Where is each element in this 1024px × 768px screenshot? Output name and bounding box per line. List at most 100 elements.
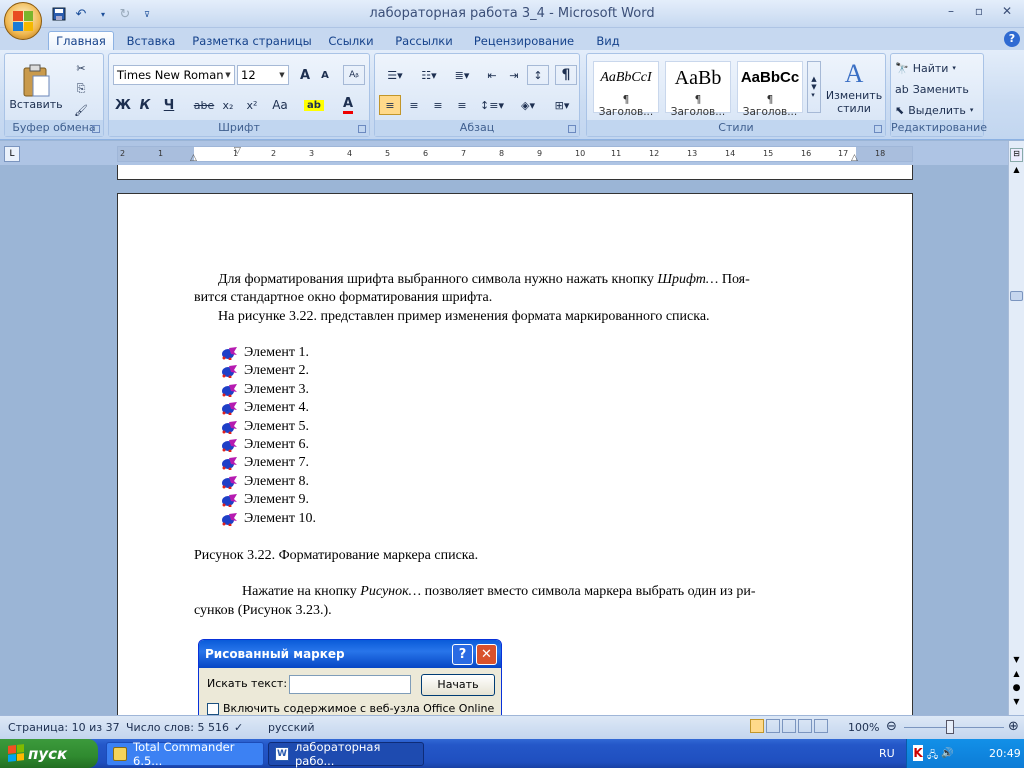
scroll-down-icon[interactable]: ▼	[1010, 655, 1023, 667]
language-indicator[interactable]: RU	[879, 747, 895, 760]
previous-page-bottom	[117, 165, 913, 180]
spellcheck-icon[interactable]: ✓	[234, 721, 243, 734]
align-right-icon[interactable]: ≡	[427, 95, 449, 115]
first-line-indent-marker[interactable]: ▽	[234, 146, 241, 156]
styles-scroll[interactable]: ▲ ▼ ▾	[807, 61, 821, 113]
show-marks-button[interactable]: ¶	[555, 65, 577, 85]
zoom-slider-thumb[interactable]	[946, 720, 954, 734]
scroll-up-icon[interactable]: ▲	[1010, 165, 1023, 177]
tab-review[interactable]: Рецензирование	[468, 31, 580, 50]
tab-home[interactable]: Главная	[48, 31, 114, 50]
select-browse-object-icon[interactable]: ●	[1010, 683, 1023, 695]
style-gallery-item[interactable]: AaBbCc ¶ Заголов...	[737, 61, 803, 118]
taskbar-item-total-commander[interactable]: Total Commander 6.5...	[106, 740, 264, 768]
horizontal-ruler[interactable]: 2 1 1 2 3 4 5 6 7 8 9 10 11 12 13 14 15 …	[117, 146, 913, 163]
format-painter-icon[interactable]: 🖌	[69, 100, 93, 120]
list-item: Элемент 2.	[220, 362, 309, 380]
taskbar-item-word[interactable]: W лабораторная рабо...	[268, 740, 424, 768]
font-launcher-icon[interactable]	[358, 125, 366, 133]
justify-icon[interactable]: ≡	[451, 95, 473, 115]
grow-font-button[interactable]: A	[295, 65, 315, 85]
draft-icon[interactable]	[814, 719, 828, 733]
paragraph-launcher-icon[interactable]	[568, 125, 576, 133]
line-spacing-icon[interactable]: ↕≡▾	[477, 95, 507, 115]
tab-view[interactable]: Вид	[588, 31, 628, 50]
previous-page-icon[interactable]: ▲	[1010, 669, 1023, 681]
align-left-icon[interactable]: ≡	[379, 95, 401, 115]
bullets-icon[interactable]: ☰▾	[379, 65, 411, 85]
change-case-button[interactable]: Aa	[265, 95, 295, 115]
tab-references[interactable]: Ссылки	[322, 31, 380, 50]
underline-button[interactable]: Ч	[159, 95, 179, 115]
web-layout-icon[interactable]	[782, 719, 796, 733]
paragraph-1-line-1: Для форматирования шрифта выбранного сим…	[218, 272, 750, 287]
picture-bullet-icon	[220, 475, 238, 490]
shrink-font-button[interactable]: A	[315, 65, 335, 85]
close-button[interactable]: ✕	[994, 2, 1020, 20]
clock[interactable]: 20:49	[989, 747, 1021, 760]
paste-button[interactable]: Вставить	[9, 58, 63, 116]
picture-bullet-icon	[220, 493, 238, 508]
scroll-thumb[interactable]	[1010, 291, 1023, 301]
page-indicator[interactable]: Страница: 10 из 37	[8, 721, 120, 734]
style-gallery-item[interactable]: AaBbCcI ¶ Заголов...	[593, 61, 659, 118]
highlight-icon[interactable]: ab	[299, 95, 329, 115]
left-indent-marker[interactable]: △	[190, 153, 197, 163]
tab-selector[interactable]: L	[4, 146, 20, 162]
outline-icon[interactable]	[798, 719, 812, 733]
zoom-in-icon[interactable]: ⊕	[1008, 719, 1019, 734]
superscript-button[interactable]: x²	[241, 95, 263, 115]
decrease-indent-icon[interactable]: ⇤	[481, 65, 503, 85]
antivirus-icon[interactable]: K	[913, 745, 923, 761]
replace-button[interactable]: ab Заменить	[895, 79, 981, 99]
minimize-button[interactable]: –	[938, 2, 964, 20]
multilevel-list-icon[interactable]: ≣▾	[447, 65, 477, 85]
start-button[interactable]: пуск	[0, 739, 98, 768]
full-screen-reading-icon[interactable]	[766, 719, 780, 733]
bold-button[interactable]: Ж	[113, 95, 133, 115]
clear-format-icon[interactable]: Aᵦ	[343, 65, 365, 85]
strikethrough-button[interactable]: abe	[193, 95, 215, 115]
tab-page-layout[interactable]: Разметка страницы	[190, 31, 314, 50]
select-button[interactable]: ⬉ Выделить ▾	[895, 100, 981, 120]
tab-insert[interactable]: Вставка	[120, 31, 182, 50]
right-indent-marker[interactable]: △	[851, 153, 858, 163]
shading-icon[interactable]: ◈▾	[513, 95, 543, 115]
borders-icon[interactable]: ⊞▾	[547, 95, 577, 115]
help-icon[interactable]: ?	[1004, 31, 1020, 47]
increase-indent-icon[interactable]: ⇥	[503, 65, 525, 85]
sort-icon[interactable]: ↕	[527, 65, 549, 85]
replace-icon: ab	[895, 82, 909, 96]
ruler-area: L 2 1 1 2 3 4 5 6 7 8 9 10 11 12 13 14 1…	[0, 141, 1024, 165]
find-button[interactable]: 🔭 Найти ▾	[895, 58, 981, 78]
subscript-button[interactable]: x₂	[217, 95, 239, 115]
next-page-icon[interactable]: ▼	[1010, 697, 1023, 709]
clipboard-launcher-icon[interactable]	[92, 125, 100, 133]
style-gallery-item[interactable]: AaBb ¶ Заголов...	[665, 61, 731, 118]
language-indicator[interactable]: русский	[268, 721, 315, 734]
font-size-combo[interactable]: 12 ▼	[237, 65, 289, 85]
zoom-out-icon[interactable]: ⊖	[886, 719, 897, 734]
maximize-button[interactable]: ▫	[966, 2, 992, 20]
cut-icon[interactable]: ✂	[69, 58, 93, 78]
network-icon[interactable]: 🖧	[927, 748, 938, 765]
document-page[interactable]: Для форматирования шрифта выбранного сим…	[117, 193, 913, 715]
volume-icon[interactable]: 🔊	[941, 748, 953, 759]
tab-mailings[interactable]: Рассылки	[388, 31, 460, 50]
office-button[interactable]	[4, 2, 42, 40]
align-center-icon[interactable]: ≡	[403, 95, 425, 115]
font-name-combo[interactable]: Times New Roman ▼	[113, 65, 235, 85]
word-count[interactable]: Число слов: 5 516	[126, 721, 229, 734]
zoom-slider[interactable]	[904, 727, 1004, 728]
numbering-icon[interactable]: ☷▾	[413, 65, 445, 85]
font-color-icon[interactable]: A	[333, 95, 363, 115]
zoom-level[interactable]: 100%	[848, 721, 879, 734]
paragraph-3-line-1: Нажатие на кнопку Рисунок… позволяет вме…	[242, 584, 756, 599]
vertical-scrollbar[interactable]: ⊟ ▲ ▼ ▲ ● ▼	[1008, 141, 1024, 715]
change-styles-button[interactable]: A Изменить стили	[825, 58, 883, 116]
copy-icon[interactable]: ⎘	[69, 79, 93, 99]
styles-launcher-icon[interactable]	[874, 125, 882, 133]
italic-button[interactable]: К	[135, 95, 155, 115]
ruler-toggle-icon[interactable]: ⊟	[1010, 148, 1023, 162]
print-layout-icon[interactable]	[750, 719, 764, 733]
